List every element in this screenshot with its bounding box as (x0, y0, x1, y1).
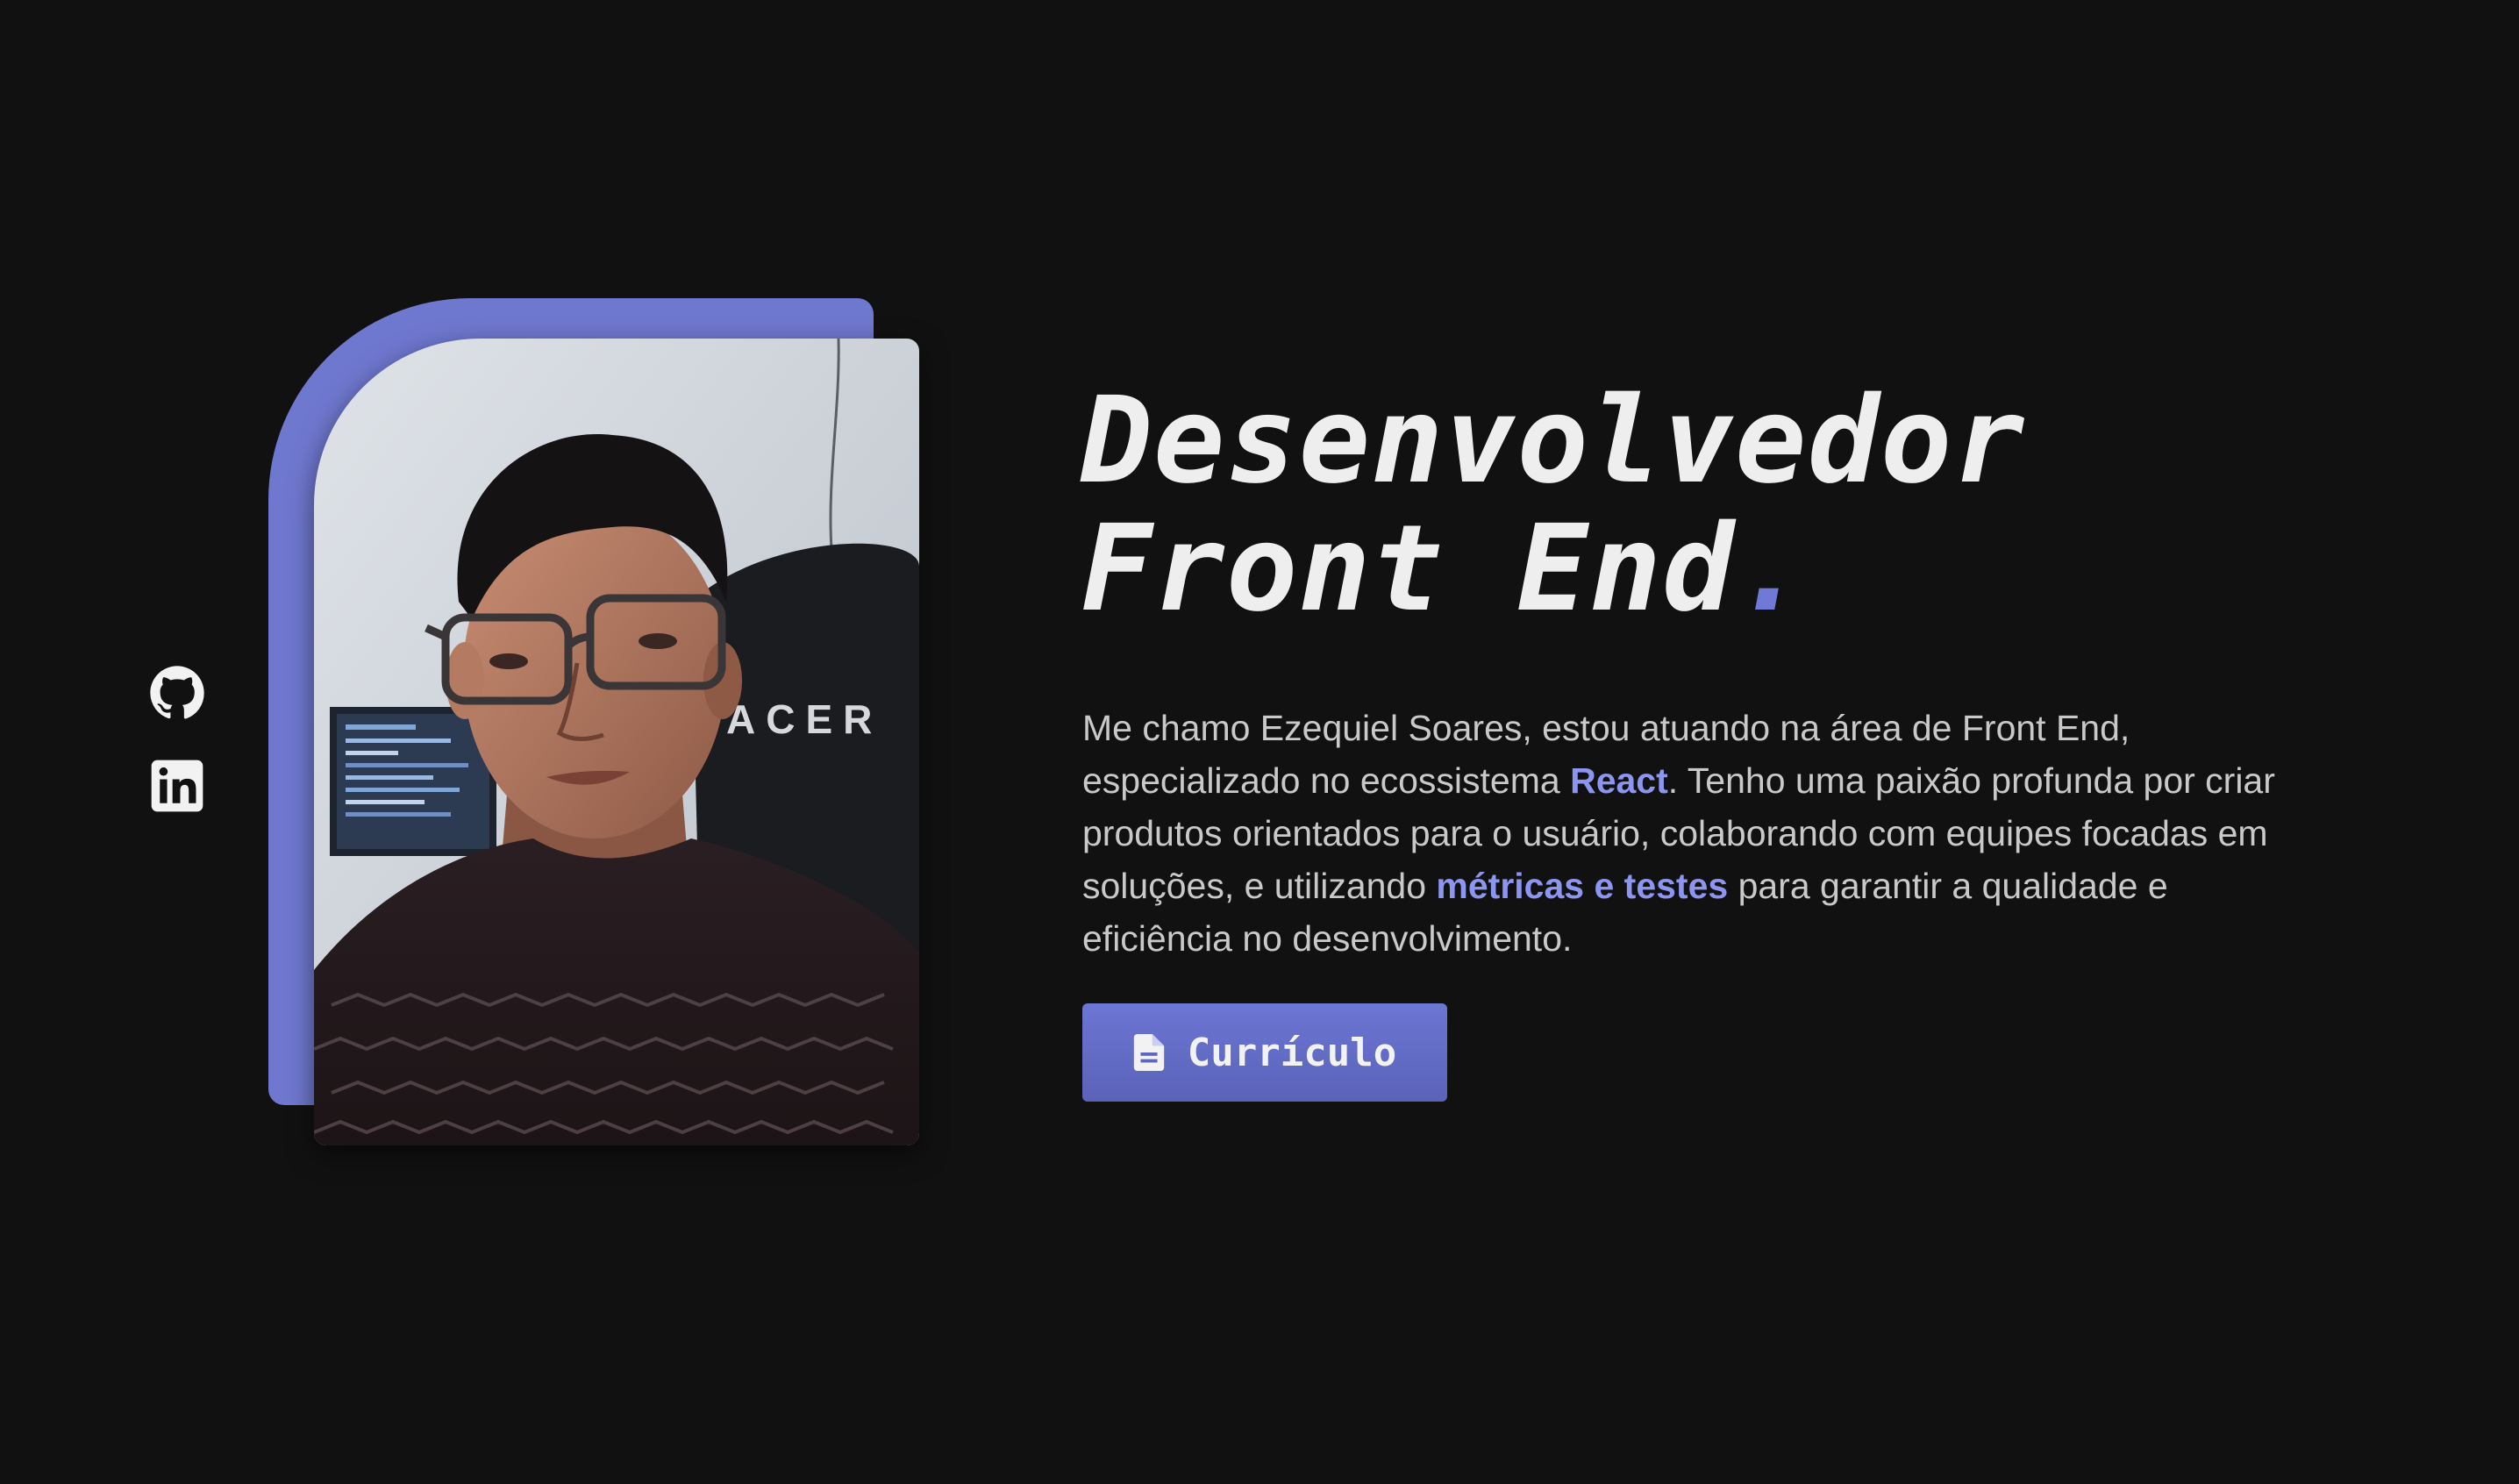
social-links (149, 665, 205, 814)
intro-highlight-react: React (1570, 760, 1668, 801)
linkedin-link[interactable] (149, 758, 205, 814)
profile-photo: ACER (314, 339, 919, 1145)
document-icon (1133, 1034, 1165, 1071)
github-link[interactable] (149, 665, 205, 721)
curriculum-button-label: Currículo (1187, 1030, 1397, 1075)
title-line-2: Front End (1081, 500, 1735, 639)
title-accent-dot: . (1734, 500, 1808, 639)
intro-highlight-metrics: métricas e testes (1436, 866, 1729, 906)
page-title: Desenvolvedor Front End. (1081, 377, 2025, 633)
curriculum-button[interactable]: Currículo (1082, 1003, 1447, 1102)
intro-paragraph: Me chamo Ezequiel Soares, estou atuando … (1082, 702, 2310, 965)
profile-photo-frame: ACER (268, 298, 919, 1145)
linkedin-icon (151, 760, 203, 812)
title-line-1: Desenvolvedor (1081, 372, 2026, 510)
svg-text:ACER: ACER (726, 696, 882, 742)
page: ACER Desenvolvedor Front End. Me chamo E… (0, 0, 2519, 1484)
github-icon (150, 666, 204, 719)
